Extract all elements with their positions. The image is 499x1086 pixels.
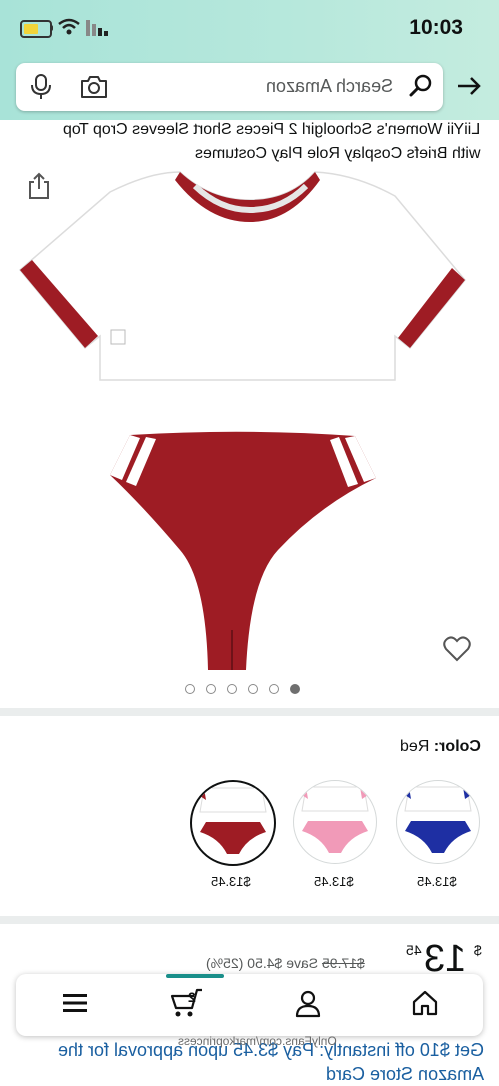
carousel-dot[interactable] <box>206 684 216 694</box>
home-icon[interactable] <box>412 990 438 1016</box>
status-bar: 10:03 <box>0 0 499 58</box>
swatch-pink-image <box>301 786 369 853</box>
battery-icon <box>20 20 52 38</box>
section-divider <box>0 916 499 924</box>
color-label: Color: <box>433 738 481 755</box>
microphone-icon[interactable] <box>30 74 52 100</box>
search-placeholder: Search Amazon <box>266 76 394 96</box>
swatch-red[interactable] <box>190 780 276 866</box>
crop-top <box>18 171 466 381</box>
search-input[interactable]: Search Amazon <box>16 63 443 111</box>
swatch-blue-price: $13.45 <box>417 874 457 889</box>
nav-active-indicator <box>166 974 224 978</box>
account-icon[interactable] <box>295 990 321 1018</box>
wifi-icon <box>58 18 80 35</box>
swatch-red-price: $13.45 <box>211 874 251 889</box>
carousel-dot[interactable] <box>185 684 195 694</box>
section-divider <box>0 708 499 716</box>
carousel-dot[interactable] <box>227 684 237 694</box>
price-currency: $ <box>474 942 482 958</box>
clock: 10:03 <box>409 16 463 39</box>
search-icon[interactable] <box>409 74 433 98</box>
camera-icon[interactable] <box>80 75 108 99</box>
product-title-line-1: LiiYii Women's Schoolgirl 2 Pieces Short… <box>62 121 480 138</box>
color-value: Red <box>400 738 430 755</box>
carousel-dot-active[interactable] <box>290 684 300 694</box>
watermark-text: OnlyFans.com/markoprincess <box>178 1034 337 1048</box>
price-save-text: Save $4.50 (25%) <box>206 955 319 971</box>
price-savings: $17.95 Save $4.50 (25%) <box>206 955 365 971</box>
carousel-dot[interactable] <box>248 684 258 694</box>
menu-icon[interactable] <box>62 993 88 1013</box>
swatch-blue[interactable] <box>396 780 480 864</box>
arrow-right-icon[interactable] <box>456 76 482 96</box>
battery-nub <box>50 25 53 31</box>
swatch-red-image <box>199 787 267 854</box>
promo-line-2: Amazon Store Card <box>325 1064 484 1084</box>
price-was: $17.95 <box>321 955 365 971</box>
bottom-navigation: 2 <box>16 974 483 1036</box>
product-title[interactable]: LiiYii Women's Schoolgirl 2 Pieces Short… <box>40 118 480 166</box>
carousel-dots <box>185 684 300 694</box>
cart-count-badge: 2 <box>188 989 196 1005</box>
color-selection-label: Color: Red <box>400 738 481 756</box>
swatch-pink[interactable] <box>293 780 377 864</box>
briefs <box>110 431 376 670</box>
price-fraction: 45 <box>406 942 422 958</box>
swatch-blue-image <box>404 786 472 853</box>
carousel-dot[interactable] <box>269 684 279 694</box>
search-header: Search Amazon <box>0 58 499 120</box>
product-image[interactable] <box>10 160 480 680</box>
heart-icon[interactable] <box>443 636 471 662</box>
swatch-pink-price: $13.45 <box>314 874 354 889</box>
signal-icon <box>86 20 108 36</box>
